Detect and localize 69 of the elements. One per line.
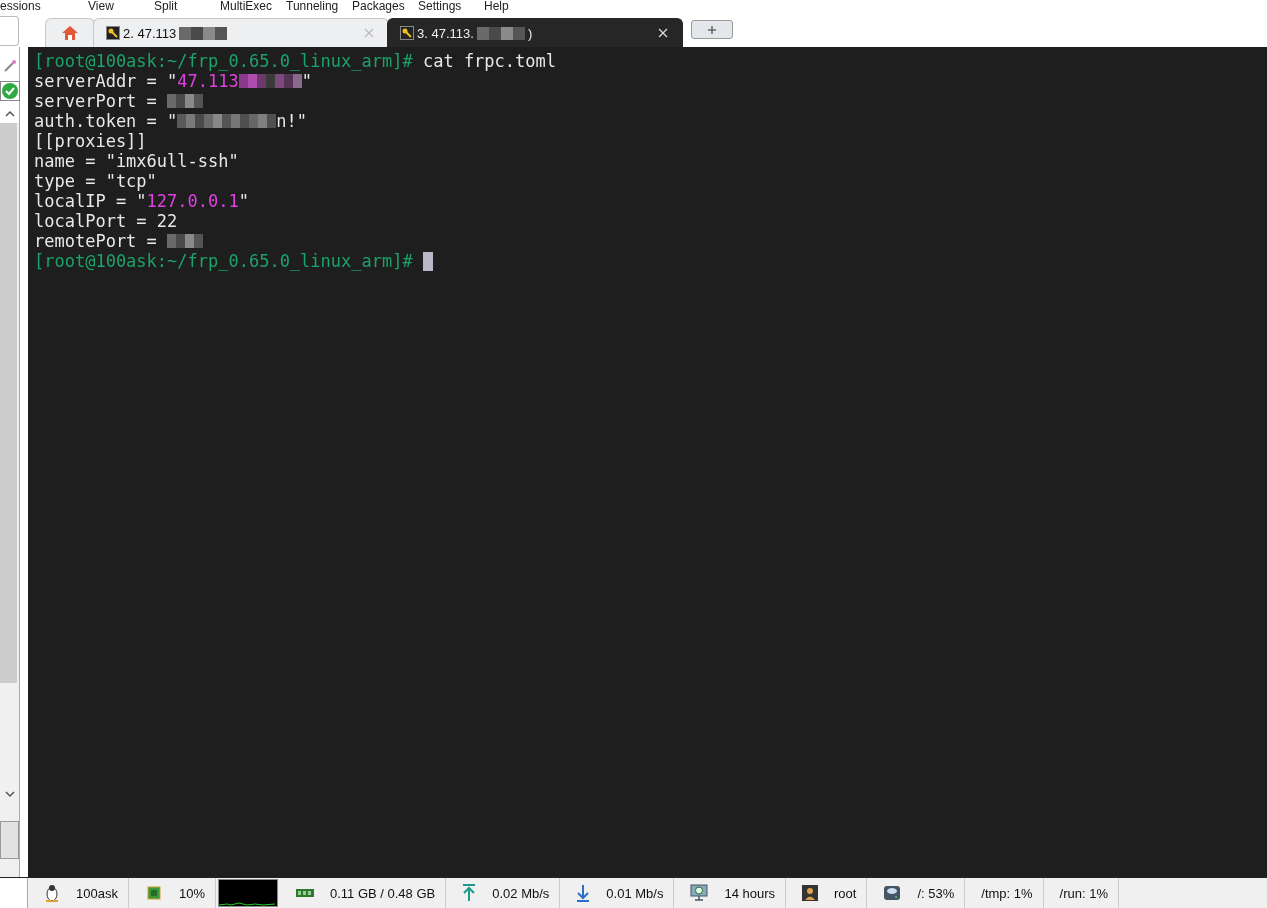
menu-item[interactable]: View	[88, 0, 154, 14]
terminal-value: 127.0.0.1	[146, 191, 239, 211]
tab-label: )	[527, 25, 533, 41]
redaction-blur	[476, 26, 525, 40]
terminal-text: type = "tcp"	[34, 171, 157, 191]
redaction-blur	[167, 94, 204, 108]
scroll-up-icon[interactable]	[3, 109, 16, 119]
terminal-text: name = "imx6ull-ssh"	[34, 151, 239, 171]
terminal-value: 47.113	[177, 71, 239, 91]
status-text: /run: 1%	[1059, 885, 1108, 901]
menu-item[interactable]: Packages	[352, 0, 418, 14]
status-text: 0.01 Mb/s	[606, 885, 664, 901]
terminal-text: "	[238, 191, 249, 211]
house-icon	[61, 25, 79, 41]
menu-item[interactable]: essions	[0, 0, 88, 14]
session-tab[interactable]: 2. 47.113	[93, 18, 389, 47]
text-cursor	[422, 251, 433, 271]
status-text: root	[834, 885, 857, 901]
redaction-blur	[179, 26, 228, 40]
check-button[interactable]	[0, 81, 20, 101]
status-text: 0.02 Mb/s	[492, 885, 550, 901]
menu-item[interactable]: Split	[154, 0, 220, 14]
monitor-clock-icon	[690, 884, 709, 902]
download-icon	[576, 884, 591, 902]
memory-icon	[295, 887, 314, 899]
session-tab[interactable]: 3. 47.113. )	[387, 18, 683, 47]
terminal-text: auth.token = "	[34, 111, 178, 131]
penguin-icon	[44, 884, 60, 902]
menu-item[interactable]: Help	[484, 0, 550, 14]
status-text: /: 53%	[917, 885, 955, 901]
tab-label: 3. 47.113.	[417, 25, 474, 41]
tab-label: 2. 47.113	[123, 25, 177, 41]
wand-icon[interactable]	[2, 59, 17, 73]
terminal-text: remotePort =	[34, 231, 158, 251]
close-icon[interactable]	[658, 28, 668, 38]
key-icon	[106, 26, 120, 40]
terminal-text: serverAddr = "	[34, 71, 178, 91]
new-tab-button[interactable]	[691, 20, 733, 39]
chip-icon	[144, 884, 163, 902]
key-icon	[400, 26, 414, 40]
check-icon	[1, 83, 18, 99]
menu-item[interactable]: Tunneling	[286, 0, 352, 14]
plus-icon	[707, 24, 717, 35]
redaction-blur	[238, 74, 302, 88]
terminal-text: [[proxies]]	[34, 131, 147, 151]
shell-prompt: [root@100ask:~/frp_0.65.0_linux_arm]#	[34, 251, 413, 271]
status-text: 10%	[178, 885, 205, 901]
menu-item[interactable]: Settings	[418, 0, 484, 14]
terminal-text: cat frpc.toml	[421, 51, 556, 71]
shell-prompt: [root@100ask:~/frp_0.65.0_linux_arm]#	[34, 51, 413, 71]
terminal-text: localPort = 22	[34, 211, 178, 231]
menu-item[interactable]: MultiExec	[220, 0, 286, 14]
home-tab[interactable]	[45, 18, 95, 47]
sidebar-field	[0, 15, 19, 46]
status-text: 100ask	[76, 885, 118, 901]
status-text: 14 hours	[724, 885, 775, 901]
terminal-text: serverPort =	[34, 91, 158, 111]
terminal-text: "	[301, 71, 312, 91]
redaction-blur	[167, 234, 204, 248]
terminal-text: n!"	[276, 111, 307, 131]
upload-icon	[462, 884, 477, 902]
terminal-text: localIP = "	[34, 191, 147, 211]
scrollbar-thumb[interactable]	[0, 123, 17, 683]
status-text: /tmp: 1%	[981, 885, 1033, 901]
user-icon	[802, 885, 818, 901]
scroll-down-icon[interactable]	[3, 789, 16, 799]
cpu-graph	[217, 879, 278, 907]
status-text: 0.11 GB / 0.48 GB	[329, 885, 436, 901]
side-button[interactable]	[0, 821, 19, 859]
